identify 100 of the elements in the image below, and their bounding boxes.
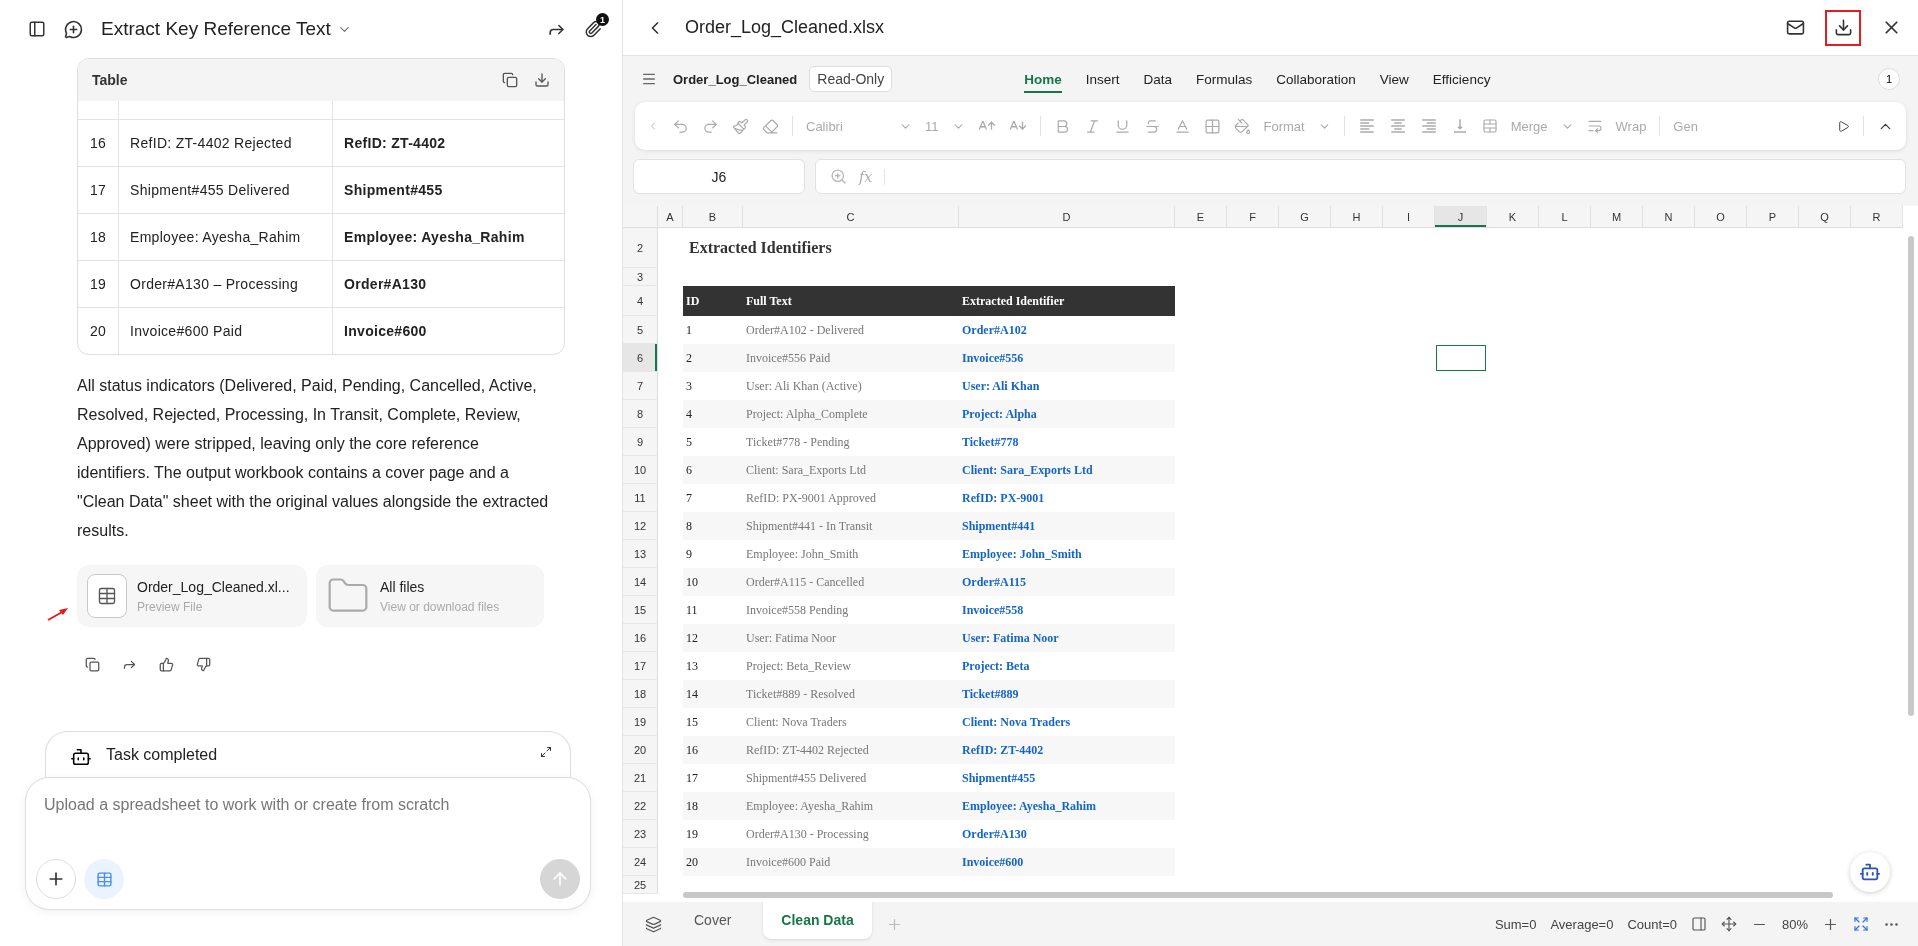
- align-center-icon[interactable]: [1388, 117, 1407, 135]
- align-left-icon[interactable]: [1357, 117, 1376, 135]
- row-header[interactable]: 17: [623, 652, 658, 680]
- row-header[interactable]: 3: [623, 268, 658, 286]
- column-header[interactable]: K: [1487, 206, 1539, 228]
- column-header[interactable]: A: [658, 206, 683, 228]
- column-header[interactable]: E: [1175, 206, 1227, 228]
- row-header[interactable]: 24: [623, 848, 658, 876]
- ribbon-tab[interactable]: Data: [1143, 65, 1172, 93]
- freeze-icon[interactable]: [1720, 916, 1737, 932]
- row-header[interactable]: 10: [623, 456, 658, 484]
- ribbon-tab[interactable]: Efficiency: [1432, 65, 1491, 93]
- message-composer[interactable]: Upload a spreadsheet to work with or create from scratch: [25, 777, 591, 910]
- arrow-icon: [47, 607, 69, 621]
- font-color-icon[interactable]: [1173, 117, 1191, 135]
- copy-icon[interactable]: [502, 72, 518, 88]
- eraser-icon[interactable]: [762, 117, 779, 135]
- row-header[interactable]: 13: [623, 540, 658, 568]
- thumbs-up-icon[interactable]: [159, 657, 174, 672]
- sheet-tab[interactable]: Clean Data: [763, 901, 872, 939]
- align-right-icon[interactable]: [1419, 117, 1438, 135]
- redo-icon[interactable]: [702, 117, 719, 135]
- column-header[interactable]: O: [1695, 206, 1747, 228]
- row-header[interactable]: 20: [623, 736, 658, 764]
- column-header[interactable]: B: [683, 206, 743, 228]
- chat-title[interactable]: Extract Key Reference Text: [101, 18, 352, 40]
- mail-icon[interactable]: [1786, 18, 1805, 37]
- cell-reference-field[interactable]: J6: [633, 159, 805, 194]
- play-icon[interactable]: [1837, 119, 1850, 133]
- row-header[interactable]: 21: [623, 764, 658, 792]
- format-painter-icon[interactable]: [732, 117, 749, 135]
- column-header[interactable]: G: [1279, 206, 1331, 228]
- copy-icon[interactable]: [85, 657, 100, 672]
- row-header[interactable]: 22: [623, 792, 658, 820]
- row-header[interactable]: 6: [623, 344, 658, 372]
- ribbon-tab[interactable]: Home: [1024, 65, 1062, 93]
- column-header[interactable]: N: [1643, 206, 1695, 228]
- sheet-tab[interactable]: Cover: [676, 901, 750, 939]
- strikethrough-icon[interactable]: [1143, 117, 1161, 135]
- ribbon-tab[interactable]: Formulas: [1196, 65, 1253, 93]
- row-header[interactable]: 19: [623, 708, 658, 736]
- menu-icon[interactable]: [641, 71, 657, 87]
- file-card[interactable]: All files View or download files: [316, 565, 544, 627]
- row-header[interactable]: 9: [623, 428, 658, 456]
- table-icon[interactable]: [95, 870, 113, 888]
- sidebar-toggle-icon[interactable]: [28, 20, 46, 38]
- row-header[interactable]: 8: [623, 400, 658, 428]
- ribbon-tab[interactable]: Collaboration: [1276, 65, 1356, 93]
- paperclip-icon[interactable]: [584, 20, 602, 38]
- row-header[interactable]: 4: [623, 286, 658, 316]
- column-header[interactable]: H: [1331, 206, 1383, 228]
- row-header[interactable]: 12: [623, 512, 658, 540]
- wrap-text-icon[interactable]: [1586, 118, 1603, 134]
- column-header[interactable]: F: [1227, 206, 1279, 228]
- row-header[interactable]: 25: [623, 876, 658, 894]
- merge-cells-icon[interactable]: [1481, 118, 1498, 134]
- row-header[interactable]: 7: [623, 372, 658, 400]
- task-card[interactable]: Task completed: [45, 731, 571, 777]
- thumbs-down-icon[interactable]: [196, 657, 211, 672]
- table-cell: Invoice#600 Paid: [743, 848, 959, 876]
- row-header[interactable]: 18: [623, 680, 658, 708]
- download-icon[interactable]: [534, 72, 550, 88]
- row-header[interactable]: 14: [623, 568, 658, 596]
- search-icon[interactable]: [830, 168, 847, 185]
- column-header[interactable]: Q: [1799, 206, 1851, 228]
- underline-icon[interactable]: [1113, 117, 1131, 135]
- column-header[interactable]: D: [959, 206, 1175, 228]
- expand-icon[interactable]: [540, 746, 552, 758]
- column-header[interactable]: R: [1851, 206, 1903, 228]
- new-chat-icon[interactable]: [64, 19, 83, 39]
- column-header[interactable]: L: [1539, 206, 1591, 228]
- column-header[interactable]: J: [1435, 206, 1487, 228]
- download-icon[interactable]: [1833, 18, 1853, 37]
- column-header[interactable]: C: [743, 206, 959, 228]
- undo-icon[interactable]: [672, 117, 689, 135]
- column-header[interactable]: M: [1591, 206, 1643, 228]
- row-header[interactable]: 11: [623, 484, 658, 512]
- add-button[interactable]: [36, 859, 76, 899]
- assistant-button[interactable]: [1850, 852, 1890, 892]
- robot-icon[interactable]: [1859, 861, 1881, 883]
- row-header[interactable]: 16: [623, 624, 658, 652]
- ribbon-tab[interactable]: View: [1379, 65, 1409, 93]
- download-button[interactable]: [1825, 9, 1861, 46]
- robot-icon: [70, 746, 92, 768]
- spreadsheet-mode-button[interactable]: [84, 859, 124, 899]
- borders-icon[interactable]: [1203, 117, 1221, 135]
- row-header[interactable]: 15: [623, 596, 658, 624]
- task-status: Task completed: [106, 746, 219, 764]
- row-header[interactable]: 2: [623, 228, 658, 268]
- fullscreen-icon[interactable]: [1853, 916, 1869, 932]
- column-header[interactable]: P: [1747, 206, 1799, 228]
- row-header[interactable]: 23: [623, 820, 658, 848]
- panel-icon[interactable]: [1690, 916, 1707, 932]
- fill-color-icon[interactable]: [1233, 117, 1251, 135]
- column-header[interactable]: I: [1383, 206, 1435, 228]
- file-card[interactable]: Order_Log_Cleaned.xl... Preview File: [77, 565, 307, 627]
- row-header[interactable]: 5: [623, 316, 658, 344]
- collaborator-count[interactable]: 1: [1878, 68, 1900, 90]
- sheets-icon[interactable]: [645, 915, 662, 933]
- ribbon-tab[interactable]: Insert: [1085, 65, 1120, 93]
